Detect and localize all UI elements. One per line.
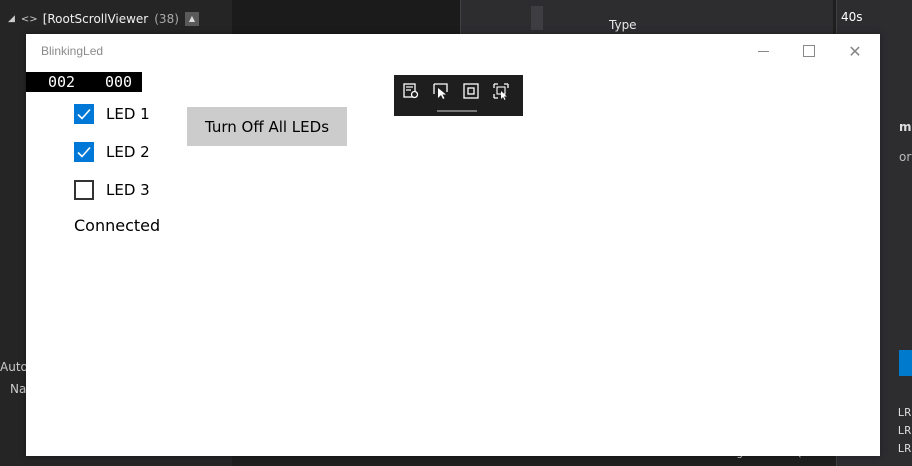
element-code-icon: <> (20, 13, 38, 25)
background-panel (232, 0, 460, 34)
toolbar-grip[interactable] (437, 110, 477, 112)
column-header-type[interactable]: Type (609, 18, 637, 32)
live-visual-tree-icon[interactable] (402, 82, 420, 100)
partial-label: Na (10, 382, 27, 396)
frame-rate-counter: 002 000 (26, 72, 142, 92)
expand-triangle-icon[interactable]: ◢ (8, 14, 15, 24)
checkbox-label: LED 3 (106, 181, 150, 199)
output-line: LR (897, 442, 911, 455)
checkbox-box[interactable] (74, 180, 94, 200)
scroll-up-icon[interactable]: ▲ (184, 12, 199, 26)
tree-row-count: (38) (154, 12, 179, 26)
maximize-icon (803, 45, 815, 57)
led-2-checkbox[interactable]: LED 2 (74, 139, 150, 165)
select-element-icon[interactable] (432, 82, 450, 100)
frame-counter-left: 002 (48, 73, 76, 91)
properties-grid-header: Type (460, 0, 833, 34)
close-icon: ✕ (848, 41, 862, 61)
window-title: BlinkingLed (41, 44, 104, 58)
title-bar[interactable]: BlinkingLed ✕ (26, 34, 880, 68)
checkmark-icon (77, 108, 91, 120)
minimize-button[interactable] (740, 34, 786, 68)
checkbox-box[interactable] (74, 142, 94, 162)
connection-status: Connected (74, 216, 161, 235)
scrollbar-thumb[interactable] (531, 6, 543, 30)
partial-label: Auto (0, 360, 28, 374)
tree-row-label: [RootScrollViewer (42, 12, 149, 26)
checkmark-icon (77, 146, 91, 158)
led-3-checkbox[interactable]: LED 3 (74, 177, 150, 203)
tree-row[interactable]: ◢ <> [RootScrollViewer (38) ▲ (0, 8, 232, 30)
app-window: BlinkingLed ✕ 002 000 LED 1 LED 2 LED 3 … (26, 34, 880, 456)
selection-highlight (899, 350, 912, 376)
display-layout-adorners-icon[interactable] (462, 82, 480, 100)
checkbox-label: LED 1 (106, 105, 150, 123)
checkbox-box[interactable] (74, 104, 94, 124)
led-1-checkbox[interactable]: LED 1 (74, 101, 150, 127)
track-focus-icon[interactable] (492, 82, 510, 100)
partial-header: ory (899, 150, 912, 164)
in-app-debug-toolbar (394, 75, 523, 116)
checkbox-label: LED 2 (106, 143, 150, 161)
frame-counter-right: 000 (105, 73, 133, 91)
close-button[interactable]: ✕ (832, 34, 878, 68)
output-line: LR (897, 406, 911, 419)
turn-off-all-leds-button[interactable]: Turn Off All LEDs (187, 107, 347, 146)
minimize-icon (757, 50, 769, 52)
partial-header: mo (899, 120, 912, 134)
timeline-time: 40s (841, 10, 863, 24)
maximize-button[interactable] (786, 34, 832, 68)
output-line: LR (897, 424, 911, 437)
